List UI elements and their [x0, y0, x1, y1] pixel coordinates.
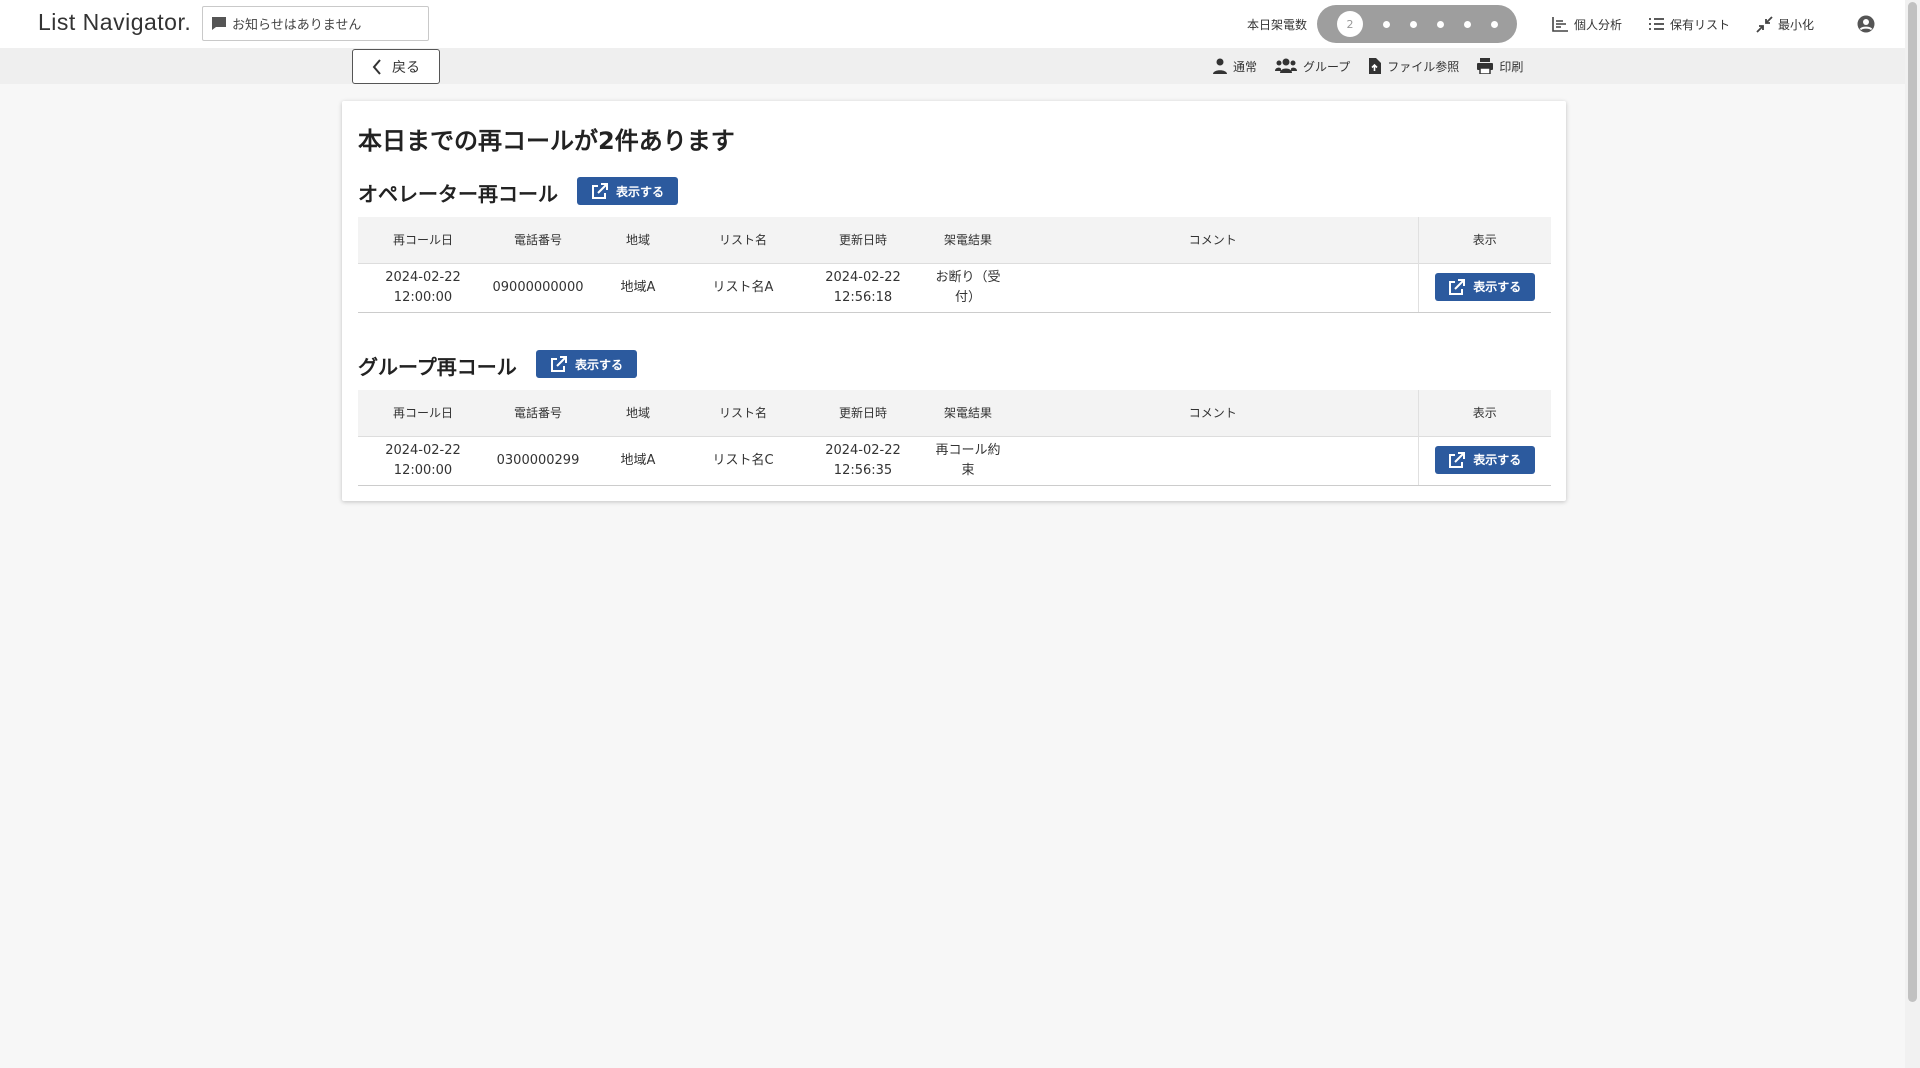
- group-recall-view-button[interactable]: 表示する: [536, 350, 637, 378]
- indicator-dot: [1410, 20, 1417, 28]
- column-header-updated: 更新日時: [798, 217, 928, 263]
- external-link-icon: [1449, 451, 1466, 468]
- comment-cell: [1008, 435, 1418, 486]
- external-link-icon: [550, 355, 567, 372]
- region-cell: 地域A: [588, 262, 688, 313]
- recall-date-cell: 2024-02-22 12:00:00: [358, 262, 488, 313]
- column-header-result: 架電結果: [928, 217, 1008, 263]
- notice-box[interactable]: お知らせはありません: [202, 6, 429, 41]
- person-icon: [1213, 58, 1227, 74]
- group-icon: [1275, 58, 1298, 73]
- external-link-icon: [591, 182, 608, 199]
- group-mode-button[interactable]: グループ: [1275, 58, 1350, 75]
- view-label: 表示する: [1473, 453, 1522, 467]
- owned-list-label: 保有リスト: [1670, 17, 1731, 32]
- chevron-left-icon: [372, 58, 381, 75]
- back-button[interactable]: 戻る: [352, 49, 440, 84]
- row-view-button[interactable]: 表示する: [1434, 446, 1535, 474]
- print-button[interactable]: 印刷: [1477, 58, 1523, 75]
- operator-recall-title: オペレーター再コール: [358, 182, 558, 206]
- recall-date-cell: 2024-02-22 12:00:00: [358, 435, 488, 486]
- updated-cell: 2024-02-22 12:56:35: [798, 435, 928, 486]
- view-label: 表示する: [574, 357, 623, 372]
- normal-mode-label: 通常: [1233, 59, 1258, 74]
- list-name-cell: リスト名A: [688, 262, 798, 313]
- file-reference-label: ファイル参照: [1387, 59, 1460, 74]
- view-label: 表示する: [615, 184, 664, 199]
- recall-card: 本日までの再コールが2件あります オペレーター再コール 表示する 再コール日 電…: [342, 101, 1566, 501]
- list-icon: [1649, 18, 1665, 30]
- column-header-result: 架電結果: [928, 390, 1008, 436]
- back-label: 戻る: [392, 59, 420, 76]
- column-header-recall-date: 再コール日: [358, 217, 488, 263]
- column-header-phone: 電話番号: [488, 217, 588, 263]
- owned-list-button[interactable]: 保有リスト: [1648, 16, 1730, 33]
- column-header-list-name: リスト名: [688, 390, 798, 436]
- normal-mode-button[interactable]: 通常: [1213, 58, 1257, 75]
- column-header-region: 地域: [588, 217, 688, 263]
- column-header-phone: 電話番号: [488, 390, 588, 436]
- result-cell: 再コール約束: [928, 435, 1008, 486]
- region-cell: 地域A: [588, 435, 688, 486]
- indicator-dot: [1491, 20, 1498, 28]
- print-icon: [1477, 58, 1494, 74]
- today-calls-indicator: 2: [1317, 5, 1517, 43]
- sub-toolbar: 戻る 通常 グループ ファイル参照 印刷: [0, 48, 1905, 84]
- indicator-dot: [1383, 20, 1390, 28]
- result-cell: お断り（受 付）: [928, 262, 1008, 313]
- chart-icon: [1552, 17, 1568, 32]
- minimize-button[interactable]: 最小化: [1756, 15, 1815, 33]
- list-name-cell: リスト名C: [688, 435, 798, 486]
- operator-recall-view-button[interactable]: 表示する: [577, 177, 678, 205]
- today-calls-count: 2: [1337, 11, 1363, 37]
- vertical-scrollbar[interactable]: [1905, 0, 1920, 1068]
- app-logo: List Navigator.: [38, 9, 192, 35]
- minimize-label: 最小化: [1778, 17, 1815, 32]
- file-reference-button[interactable]: ファイル参照: [1368, 58, 1459, 75]
- column-header-view: 表示: [1417, 390, 1551, 436]
- comment-cell: [1008, 262, 1418, 313]
- personal-analysis-label: 個人分析: [1574, 17, 1623, 32]
- account-icon[interactable]: [1857, 15, 1875, 33]
- group-recall-table: 再コール日 電話番号 地域 リスト名 更新日時 架電結果 コメント 表示 202…: [358, 390, 1551, 486]
- phone-cell: 09000000000: [488, 262, 588, 313]
- file-upload-icon: [1369, 58, 1382, 74]
- table-row: 2024-02-22 12:00:00 09000000000 地域A リスト名A…: [358, 262, 1551, 313]
- minimize-icon: [1756, 15, 1773, 33]
- today-calls-label: 本日架電数: [1247, 18, 1308, 32]
- view-label: 表示する: [1473, 280, 1522, 294]
- indicator-dot: [1464, 20, 1471, 28]
- column-header-region: 地域: [588, 390, 688, 436]
- column-header-view: 表示: [1417, 217, 1551, 263]
- row-view-button[interactable]: 表示する: [1434, 273, 1535, 301]
- indicator-dot: [1437, 20, 1444, 28]
- table-row: 2024-02-22 12:00:00 0300000299 地域A リスト名C …: [358, 435, 1551, 486]
- personal-analysis-button[interactable]: 個人分析: [1552, 16, 1622, 33]
- view-cell: 表示する: [1417, 435, 1551, 486]
- scrollbar-thumb[interactable]: [1908, 2, 1917, 1002]
- external-link-icon: [1449, 278, 1466, 295]
- group-recall-title: グループ再コール: [358, 355, 517, 379]
- column-header-updated: 更新日時: [798, 390, 928, 436]
- group-mode-label: グループ: [1303, 59, 1351, 74]
- updated-cell: 2024-02-22 12:56:18: [798, 262, 928, 313]
- notice-text: お知らせはありません: [232, 18, 362, 33]
- phone-cell: 0300000299: [488, 435, 588, 486]
- column-header-recall-date: 再コール日: [358, 390, 488, 436]
- column-header-list-name: リスト名: [688, 217, 798, 263]
- view-cell: 表示する: [1417, 262, 1551, 313]
- operator-recall-table: 再コール日 電話番号 地域 リスト名 更新日時 架電結果 コメント 表示 202…: [358, 217, 1551, 313]
- top-bar: List Navigator. お知らせはありません 本日架電数 2 個人分析 …: [0, 0, 1905, 48]
- print-label: 印刷: [1499, 59, 1524, 74]
- column-header-comment: コメント: [1008, 390, 1418, 436]
- page-title: 本日までの再コールが2件あります: [358, 127, 735, 155]
- comment-icon: [212, 17, 226, 30]
- column-header-comment: コメント: [1008, 217, 1418, 263]
